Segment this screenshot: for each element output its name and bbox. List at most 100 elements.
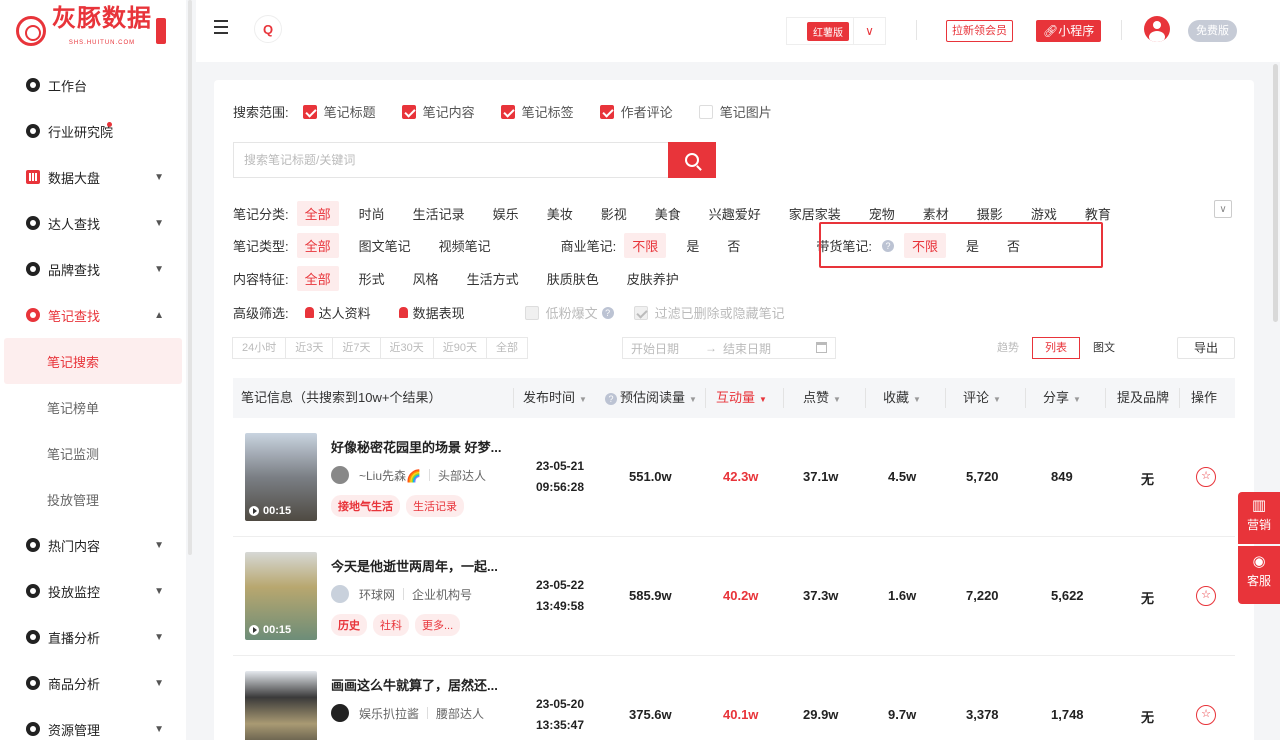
sidebar-item-research[interactable]: 行业研究院 <box>0 108 186 154</box>
sidebar-item-live[interactable]: 直播分析 ▼ <box>0 614 186 660</box>
note-tag[interactable]: 更多... <box>415 614 461 636</box>
export-button[interactable]: 导出 <box>1177 337 1235 359</box>
col-publish-time[interactable]: 发布时间 ▼ <box>523 378 587 418</box>
service-float-button[interactable]: ◉ 客服 <box>1238 546 1280 604</box>
video-duration: 00:15 <box>249 505 291 517</box>
help-icon[interactable]: ? <box>601 306 614 319</box>
chevron-down-icon[interactable]: ∨ <box>853 18 885 44</box>
influencer-profile-filter[interactable]: 达人资料 <box>297 300 379 325</box>
col-est-read[interactable]: ? 预估阅读量 ▼ <box>605 378 697 418</box>
sidebar-item-notes[interactable]: 笔记查找 ▲ <box>0 292 186 338</box>
col-interaction[interactable]: 互动量 ▼ <box>716 378 767 418</box>
note-author[interactable]: ~Liu先森🌈 头部达人 <box>331 466 486 484</box>
data-performance-filter[interactable]: 数据表现 <box>391 300 473 325</box>
col-comments[interactable]: 评论 ▼ <box>963 378 1001 418</box>
note-title[interactable]: 今天是他逝世两周年，一起... <box>331 556 498 575</box>
sidebar-subitem-ad-manage[interactable]: 投放管理 <box>0 476 186 522</box>
table-row[interactable]: 00:15 好像秘密花园里的场景 好梦... ~Liu先森🌈 头部达人 接地气生活… <box>233 418 1235 537</box>
favorite-star-icon[interactable]: ☆ <box>1196 705 1216 725</box>
category-option[interactable]: 娱乐 <box>485 201 527 226</box>
table-row[interactable]: 00:15 今天是他逝世两周年，一起... 环球网 企业机构号 历史 社科 更多.… <box>233 537 1235 656</box>
feature-option[interactable]: 风格 <box>405 266 447 291</box>
page-scrollbar[interactable] <box>1273 64 1278 322</box>
table-row[interactable]: 画画这么牛就算了，居然还... 娱乐扒拉酱 腰部达人 23-05-20 13:35:… <box>233 656 1235 740</box>
feature-option[interactable]: 皮肤养护 <box>619 266 687 291</box>
marketing-float-button[interactable]: ▥ 营销 <box>1238 492 1280 544</box>
favorite-star-icon[interactable]: ☆ <box>1196 467 1216 487</box>
note-title[interactable]: 画画这么牛就算了，居然还... <box>331 675 498 694</box>
scope-image-checkbox[interactable]: 笔记图片 <box>698 102 772 121</box>
free-plan-badge[interactable]: 免费版 <box>1188 20 1237 42</box>
scope-tag-checkbox[interactable]: 笔记标签 <box>500 102 574 121</box>
note-tag[interactable]: 社科 <box>373 614 409 636</box>
sidebar-item-product[interactable]: 商品分析 ▼ <box>0 660 186 706</box>
note-tag[interactable]: 接地气生活 <box>331 495 400 517</box>
note-title[interactable]: 好像秘密花园里的场景 好梦... <box>331 437 501 456</box>
sidebar-item-brand[interactable]: 品牌查找 ▼ <box>0 246 186 292</box>
sidebar-item-ad-monitor[interactable]: 投放监控 ▼ <box>0 568 186 614</box>
brand-logo[interactable]: 灰豚数据 SHS.HUITUN.COM <box>0 0 186 62</box>
time-range-option[interactable]: 24小时 <box>232 337 287 359</box>
col-favs[interactable]: 收藏 ▼ <box>883 378 921 418</box>
note-author[interactable]: 娱乐扒拉酱 腰部达人 <box>331 704 484 722</box>
note-tag[interactable]: 历史 <box>331 614 367 636</box>
search-button[interactable] <box>668 142 716 178</box>
col-shares[interactable]: 分享 ▼ <box>1043 378 1081 418</box>
col-likes[interactable]: 点赞 ▼ <box>803 378 841 418</box>
date-range-picker[interactable]: 开始日期 → 结束日期 <box>622 337 836 359</box>
note-author[interactable]: 环球网 企业机构号 <box>331 585 472 603</box>
time-range-option[interactable]: 近30天 <box>379 337 434 359</box>
category-option[interactable]: 生活记录 <box>405 201 473 226</box>
category-option[interactable]: 美妆 <box>539 201 581 226</box>
sidebar-item-dashboard[interactable]: 数据大盘 ▼ <box>0 154 186 200</box>
note-tag[interactable]: 生活记录 <box>406 495 464 517</box>
note-search-input[interactable] <box>233 142 669 178</box>
global-search-icon[interactable]: Q <box>254 15 282 43</box>
sidebar-item-hot-content[interactable]: 热门内容 ▼ <box>0 522 186 568</box>
version-select[interactable]: 红薯版 ∨ <box>786 17 886 45</box>
sidebar-subitem-note-ranking[interactable]: 笔记榜单 <box>0 384 186 430</box>
scope-content-checkbox[interactable]: 笔记内容 <box>401 102 475 121</box>
category-option[interactable]: 兴趣爱好 <box>701 201 769 226</box>
sidebar-subitem-note-monitor[interactable]: 笔记监测 <box>0 430 186 476</box>
feature-option[interactable]: 生活方式 <box>459 266 527 291</box>
feature-option[interactable]: 全部 <box>296 266 339 291</box>
scope-comment-checkbox[interactable]: 作者评论 <box>599 102 673 121</box>
favorite-star-icon[interactable]: ☆ <box>1196 586 1216 606</box>
time-range-option[interactable]: 全部 <box>486 337 528 359</box>
note-thumbnail[interactable]: 00:15 <box>245 433 317 521</box>
category-option[interactable]: 美食 <box>647 201 689 226</box>
filter-deleted-checkbox[interactable]: 过滤已删除或隐藏笔记 <box>633 303 785 322</box>
sidebar-item-influencer[interactable]: 达人查找 ▼ <box>0 200 186 246</box>
view-list[interactable]: 列表 <box>1032 337 1080 359</box>
view-trend[interactable]: 趋势 <box>984 337 1032 359</box>
category-option[interactable]: 全部 <box>296 201 339 226</box>
time-range-option[interactable]: 近7天 <box>332 337 381 359</box>
sidebar-subitem-note-search[interactable]: 笔记搜索 <box>4 338 182 384</box>
menu-collapse-icon[interactable] <box>214 20 228 34</box>
view-graphic[interactable]: 图文 <box>1080 337 1128 359</box>
feature-option[interactable]: 形式 <box>351 266 393 291</box>
mini-program-button[interactable]: 🔗︎小程序 <box>1036 20 1102 42</box>
type-option[interactable]: 图文笔记 <box>351 233 419 258</box>
low-fan-checkbox[interactable]: 低粉爆文? <box>524 303 614 322</box>
note-thumbnail[interactable] <box>245 671 317 740</box>
feature-option[interactable]: 肤质肤色 <box>539 266 607 291</box>
scope-title-checkbox[interactable]: 笔记标题 <box>302 102 376 121</box>
time-range-option[interactable]: 近3天 <box>285 337 334 359</box>
sidebar-item-workbench[interactable]: 工作台 <box>0 62 186 108</box>
type-option[interactable]: 全部 <box>296 233 339 258</box>
time-range-option[interactable]: 近90天 <box>432 337 487 359</box>
invite-member-button[interactable]: 拉新领会员 <box>946 20 1013 42</box>
commercial-option[interactable]: 不限 <box>624 233 667 258</box>
category-option[interactable]: 影视 <box>593 201 635 226</box>
commercial-option[interactable]: 是 <box>678 233 707 258</box>
sidebar-item-resource[interactable]: 资源管理 ▼ <box>0 706 186 740</box>
user-avatar-icon[interactable] <box>1144 16 1170 42</box>
category-option[interactable]: 时尚 <box>351 201 393 226</box>
commercial-option[interactable]: 否 <box>719 233 748 258</box>
note-thumbnail[interactable]: 00:15 <box>245 552 317 640</box>
sidebar-scrollbar[interactable] <box>188 0 192 555</box>
type-option[interactable]: 视频笔记 <box>431 233 499 258</box>
expand-categories-icon[interactable]: ∨ <box>1214 200 1232 218</box>
